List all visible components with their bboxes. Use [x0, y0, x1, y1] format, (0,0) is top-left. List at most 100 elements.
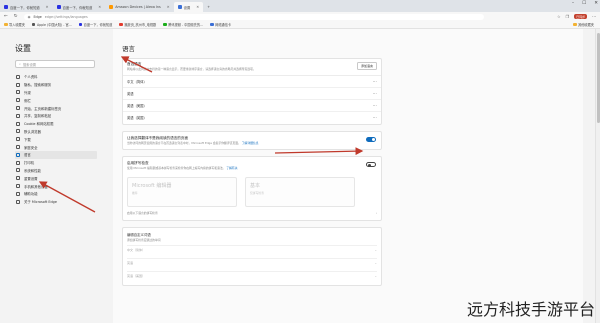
network-icon — [210, 22, 214, 27]
spellcheck-link[interactable]: 了解有关 — [226, 166, 237, 170]
custom-language-row[interactable]: 英语 ⌄ — [127, 257, 377, 268]
sidebar-item-system[interactable]: 系统和性能 — [15, 167, 97, 175]
more-options-icon[interactable]: ··· — [373, 103, 377, 108]
language-row: 英语（英国） ··· — [123, 112, 381, 124]
search-icon: ⌕ — [19, 62, 21, 66]
sidebar-item-downloads[interactable]: 下载 — [15, 135, 97, 143]
browser-tab-settings[interactable]: 设置 ✕ — [173, 2, 204, 12]
maximize-icon[interactable]: ☐ — [582, 1, 586, 6]
sidebar-item-profile[interactable]: 个人资料 — [15, 73, 97, 81]
sidebar-item-accessibility[interactable]: 辅助功能 — [15, 190, 97, 198]
close-tab-icon[interactable]: ✕ — [98, 5, 101, 9]
close-tab-icon[interactable]: ✕ — [196, 5, 199, 9]
browser-tab-3[interactable]: Amazon Devices | Alexa Ins ✕ — [105, 2, 173, 12]
close-tab-icon[interactable]: ✕ — [167, 5, 170, 9]
custom-language-label: 英语（美国） — [127, 274, 146, 279]
browser-tab-1[interactable]: 百度一下，你就知道 ✕ — [0, 2, 53, 12]
sidebar-item-reset[interactable]: 重置设置 — [15, 174, 97, 182]
sidebar-item-appearance[interactable]: 外观 — [15, 89, 97, 97]
sidebar-item-languages[interactable]: 语言 — [15, 150, 97, 159]
close-tab-icon[interactable]: ✕ — [46, 5, 49, 9]
new-tab-button[interactable]: + — [203, 2, 214, 12]
sidebar-item-label: 侧栏 — [24, 98, 31, 103]
home-icon — [16, 106, 20, 111]
favorite-item[interactable]: 播放页_杭州市_电视剧 — [119, 22, 156, 27]
sidebar-item-label: 默认浏览器 — [24, 129, 41, 134]
favorite-item[interactable]: 百度一下，你就知道 — [78, 22, 112, 27]
spellcheck-option-editor[interactable]: Microsoft 编辑器 推荐 — [127, 176, 237, 207]
sidebar-item-label: 外观 — [24, 90, 31, 95]
more-options-icon[interactable]: ··· — [373, 91, 377, 96]
favorite-item[interactable]: 网络通信卡 — [210, 22, 231, 27]
printer-icon — [16, 160, 20, 165]
sidebar-item-phone[interactable]: 手机和其他设备 — [15, 182, 97, 190]
star-icon[interactable]: ☆ — [557, 14, 561, 19]
learn-more-link[interactable]: 了解详细信息 — [242, 141, 259, 145]
spellcheck-note: 启用以下语言的拼写检查 — [127, 210, 158, 215]
sidebar-item-default-browser[interactable]: 默认浏览器 — [15, 128, 97, 136]
translate-offer-card: 让我选择翻译不是我阅读的语言的页面 当你访问的网页使用的语言不在首选语言列表中时… — [122, 130, 382, 151]
translate-offer-description: 当你访问的网页使用的语言不在首选语言列表中时，Microsoft Edge 会提… — [127, 141, 357, 146]
custom-words-heading: 编辑自定义词语 — [127, 232, 151, 237]
more-menu-icon[interactable]: ··· — [592, 14, 596, 19]
sidebar-icon — [16, 98, 20, 103]
close-window-icon[interactable]: ✕ — [594, 1, 598, 6]
sidebar-item-sidebar[interactable]: 侧栏 — [15, 96, 97, 104]
phone-icon — [16, 184, 20, 189]
favorite-item[interactable]: Apple (中国大陆) - 官... — [31, 22, 72, 27]
more-options-icon[interactable]: ··· — [373, 79, 377, 84]
chevron-right-icon[interactable]: › — [376, 211, 377, 215]
minimize-icon[interactable]: – — [572, 1, 574, 6]
share-icon — [16, 113, 20, 118]
settings-favicon-icon — [177, 5, 182, 9]
profile-icon — [16, 74, 20, 79]
address-bar[interactable]: ◉ Edge edge://settings/languages — [23, 13, 484, 20]
folder-icon — [4, 22, 8, 27]
toolbar-right: ☆ ❐ 已同步 ··· — [557, 14, 596, 19]
spellcheck-toggle[interactable] — [366, 162, 376, 168]
favorite-item[interactable]: 腾讯视频 - 中国领先的... — [163, 22, 203, 27]
favorite-item[interactable]: 其他收藏夹 — [573, 22, 594, 27]
sidebar-item-about[interactable]: 关于 Microsoft Edge — [15, 198, 97, 206]
edge-icon — [16, 199, 20, 204]
settings-search-input[interactable]: ⌕ 搜索设置 — [15, 60, 95, 68]
url-prefix: Edge — [33, 14, 42, 19]
baidu-favicon-icon — [56, 5, 61, 9]
option-name: Microsoft 编辑器 — [132, 182, 172, 189]
accessibility-icon — [16, 191, 20, 196]
apple-icon — [31, 22, 36, 27]
add-language-button[interactable]: 添加语言 — [356, 62, 377, 70]
back-icon[interactable]: ← — [4, 14, 8, 19]
window-controls: – ☐ ✕ — [572, 1, 598, 6]
chevron-down-icon: ⌄ — [374, 248, 377, 253]
sidebar-item-label: 关于 Microsoft Edge — [24, 200, 57, 205]
custom-language-row[interactable]: 中文（简体） ⌄ — [127, 244, 377, 255]
collections-icon[interactable]: ❐ — [566, 14, 570, 19]
page-scrollbar[interactable] — [595, 29, 600, 323]
favorite-item[interactable]: 导入收藏夹 — [4, 22, 25, 27]
sidebar-item-start[interactable]: 开始、主页和新建标签页 — [15, 104, 97, 112]
spellcheck-option-basic[interactable]: 基本 仅拼写检查 — [245, 176, 355, 207]
tab-title: 百度一下，你就知道 — [62, 5, 93, 10]
sidebar-item-printers[interactable]: 打印机 — [15, 159, 97, 167]
language-name: 中文（简体） — [127, 79, 147, 84]
settings-main: 语言 首选语言 网站将以此列表中支持的第一种语言显示。若要重新排序语言，请选择语… — [113, 29, 583, 323]
language-icon — [16, 152, 20, 157]
browser-icon — [16, 129, 20, 134]
spellcheck-description: 使用 Microsoft 编辑器或基本拼写检查来检查你在网上编写内容的拼写和语法… — [127, 166, 357, 171]
browser-tab-2[interactable]: 百度一下，你就知道 ✕ — [53, 2, 106, 12]
profile-button[interactable]: 已同步 — [574, 14, 588, 19]
sidebar-item-privacy[interactable]: 隐私、搜索和服务 — [15, 81, 97, 89]
watermark-text: 远方科技手游平台 — [466, 300, 595, 319]
family-icon — [16, 145, 20, 150]
spellcheck-card: 启用拼写检查 使用 Microsoft 编辑器或基本拼写检查来检查你在网上编写内… — [122, 156, 382, 221]
sidebar-item-cookies[interactable]: Cookie 和网站权限 — [15, 120, 97, 128]
sidebar-item-family[interactable]: 家庭安全 — [15, 143, 97, 151]
chevron-down-icon: ⌄ — [374, 274, 377, 279]
refresh-icon[interactable]: ↻ — [14, 14, 18, 19]
translate-toggle[interactable] — [366, 136, 376, 142]
custom-language-row[interactable]: 英语（美国） ⌄ — [127, 270, 377, 281]
language-name: 英语（美国） — [127, 103, 147, 108]
more-options-icon[interactable]: ··· — [373, 115, 377, 120]
sidebar-item-share[interactable]: 共享、复制和粘贴 — [15, 112, 97, 120]
